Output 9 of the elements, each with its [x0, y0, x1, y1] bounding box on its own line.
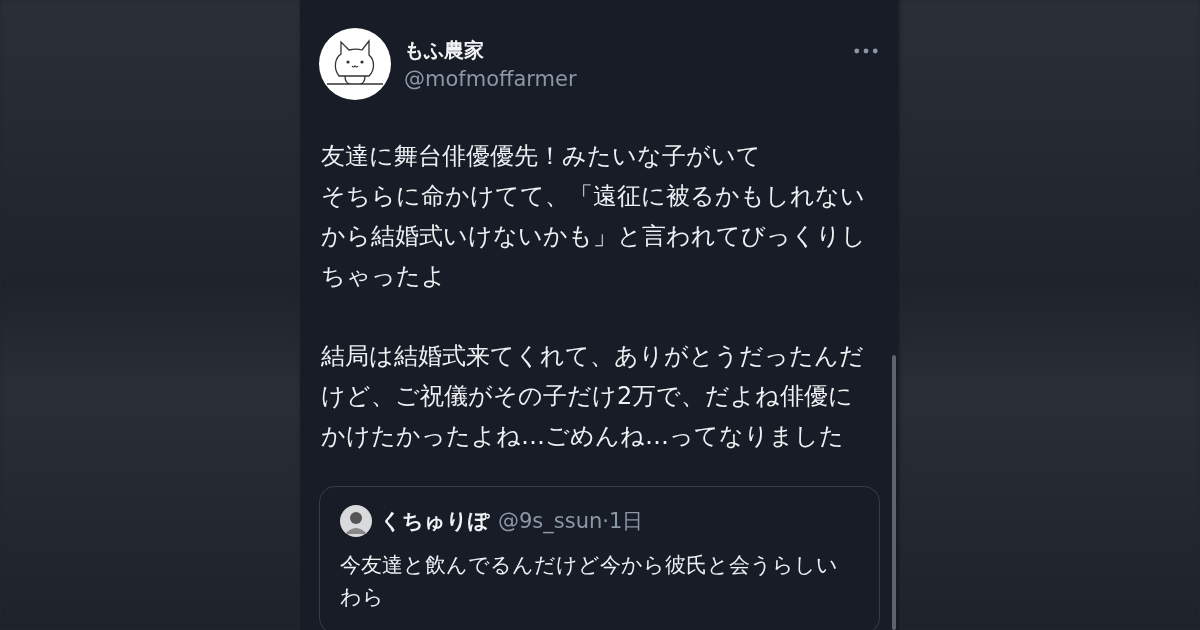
quoted-author-name: くちゅりぽ: [380, 508, 490, 535]
author-handle[interactable]: @mofmoffarmer: [404, 64, 577, 94]
author-name[interactable]: もふ農家: [404, 36, 577, 64]
tweet-text: そちらに命かけてて、「遠征に被るかもしれないから結婚式いけないかも」と言われてびっくりしちゃったよ: [321, 181, 867, 292]
quoted-author-handle: @9s_ssun: [498, 509, 603, 533]
tweet-text: 結局は結婚式来てくれて、ありがとうだったんだけど、ご祝儀がその子だけ2万で、だよね俳優にかけたかったよね…ごめんね…ってなりました: [321, 341, 865, 452]
quoted-tweet-text: 今友達と飲んでるんだけど今から彼氏と会うらしいわら: [340, 552, 839, 611]
post-time: ·1日: [602, 508, 644, 535]
tweet-text: 友達に舞台俳優優先！みたいな子がいて: [321, 141, 762, 172]
